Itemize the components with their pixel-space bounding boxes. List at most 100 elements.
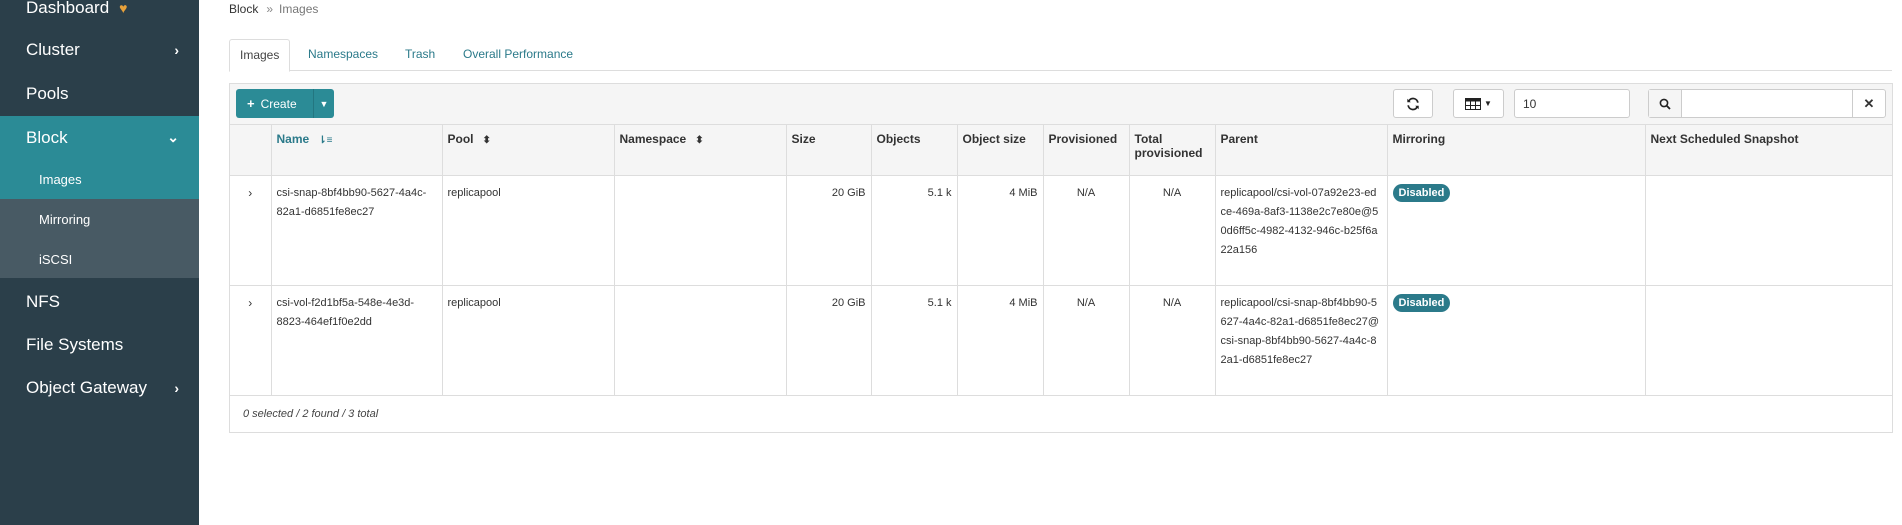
tab-namespaces[interactable]: Namespaces [298,39,388,71]
col-header-parent[interactable]: Parent [1215,125,1388,176]
col-header-total-provisioned[interactable]: Total provisioned [1129,125,1216,176]
status-badge: Disabled [1392,293,1451,312]
search-box: ✕ [1648,89,1886,118]
cell-size: 20 GiB [786,285,872,396]
cell-object-size: 4 MiB [957,175,1044,286]
col-header-next-scheduled-snapshot[interactable]: Next Scheduled Snapshot [1645,125,1892,176]
breadcrumb: Block » Images [229,2,318,16]
cell-objects: 5.1 k [871,175,958,286]
cell-next-snapshot [1645,175,1892,286]
status-badge: Disabled [1392,183,1451,202]
sort-icon: ⬍ [482,135,491,146]
refresh-button[interactable] [1393,89,1433,118]
sort-icon: ⬍ [695,135,704,146]
images-table-panel: + Create ▼ ▼ 10 ✕ Name ⇂≡ Pool ⬍ Namespa… [229,83,1893,433]
nav-block[interactable]: Block ⌄ [0,116,199,159]
col-header-namespace-label: Namespace [619,132,687,146]
nav-file-systems[interactable]: File Systems [0,323,199,366]
col-header-provisioned[interactable]: Provisioned [1043,125,1130,176]
subnav-images[interactable]: Images [0,159,199,199]
table-row[interactable]: › csi-vol-f2d1bf5a-548e-4e3d-8823-464ef1… [230,285,1892,396]
cell-name: csi-snap-8bf4bb90-5627-4a4c-82a1-d6851fe… [271,175,443,286]
cell-namespace [614,175,787,286]
row-expand-toggle[interactable]: › [230,175,272,286]
cell-provisioned: N/A [1043,285,1130,396]
row-expand-toggle[interactable]: › [230,285,272,396]
col-header-pool-label: Pool [447,132,474,146]
nav-pools-label: Pools [26,83,69,103]
nav-dashboard[interactable]: Dashboard ♥ [0,0,199,29]
nav-nfs[interactable]: NFS [0,280,199,323]
nav-object-gateway[interactable]: Object Gateway › [0,366,199,409]
images-table: Name ⇂≡ Pool ⬍ Namespace ⬍ Size Objects Obj… [230,125,1892,396]
block-submenu: Images Mirroring iSCSI [0,159,199,278]
cell-total-provisioned: N/A [1129,175,1216,286]
cell-pool: replicapool [442,175,615,286]
page-size-input[interactable] [1514,89,1630,118]
cell-parent: replicapool/csi-vol-07a92e23-edce-469a-8… [1215,175,1388,286]
table-toolbar: + Create ▼ ▼ 10 ✕ [230,84,1892,125]
sidebar: Dashboard ♥ Cluster › Pools Block ⌄ Imag… [0,0,199,525]
col-header-size[interactable]: Size [786,125,872,176]
subnav-mirroring[interactable]: Mirroring [0,199,199,239]
tab-overall-performance[interactable]: Overall Performance [453,39,583,71]
cell-namespace [614,285,787,396]
nav-dashboard-label: Dashboard [26,0,110,17]
nav-nfs-label: NFS [26,291,60,311]
sort-ascending-icon: ⇂≡ [318,135,333,146]
subnav-iscsi-label: iSCSI [39,251,73,267]
col-header-mirroring[interactable]: Mirroring [1387,125,1646,176]
search-input[interactable] [1682,90,1864,117]
cell-total-provisioned: N/A [1129,285,1216,396]
cell-mirroring: Disabled [1387,175,1646,286]
col-header-expand [230,125,272,176]
chevron-right-icon: › [174,379,179,396]
col-header-namespace[interactable]: Namespace ⬍ [614,125,787,176]
breadcrumb-separator: » [266,2,274,16]
tab-bar: Images Namespaces Trash Overall Performa… [229,39,1892,72]
cell-provisioned: N/A [1043,175,1130,286]
caret-down-icon: ▼ [1484,99,1492,108]
table-columns-icon [1465,97,1482,110]
col-header-name-label: Name [276,132,310,146]
cell-size: 20 GiB [786,175,872,286]
cell-object-size: 4 MiB [957,285,1044,396]
cell-mirroring: Disabled [1387,285,1646,396]
table-row[interactable]: › csi-snap-8bf4bb90-5627-4a4c-82a1-d6851… [230,175,1892,286]
nav-object-gateway-label: Object Gateway [26,377,147,397]
table-footer-summary: 0 selected / 2 found / 3 total [243,408,379,420]
nav-file-systems-label: File Systems [26,334,124,354]
chevron-right-icon: › [248,295,253,310]
heart-pulse-icon: ♥ [119,0,128,16]
col-header-name[interactable]: Name ⇂≡ [271,125,443,176]
nav-pools[interactable]: Pools [0,72,199,115]
nav-cluster-label: Cluster [26,39,80,59]
cell-parent: replicapool/csi-snap-8bf4bb90-5627-4a4c-… [1215,285,1388,396]
column-toggle-button[interactable]: ▼ [1453,89,1504,118]
chevron-right-icon: › [174,41,179,58]
col-header-objects[interactable]: Objects [871,125,958,176]
nav-block-label: Block [26,127,68,147]
clear-search-icon[interactable]: ✕ [1852,90,1885,117]
col-header-object-size[interactable]: Object size [957,125,1044,176]
subnav-images-label: Images [39,171,82,187]
tab-images[interactable]: Images [229,39,291,72]
cell-next-snapshot [1645,285,1892,396]
cell-objects: 5.1 k [871,285,958,396]
cell-pool: replicapool [442,285,615,396]
chevron-right-icon: › [248,185,253,200]
search-icon [1649,90,1682,117]
subnav-mirroring-label: Mirroring [39,211,91,227]
cell-name: csi-vol-f2d1bf5a-548e-4e3d-8823-464ef1f0… [271,285,443,396]
breadcrumb-parent[interactable]: Block [229,2,258,16]
create-dropdown-toggle[interactable]: ▼ [313,89,334,118]
col-header-pool[interactable]: Pool ⬍ [442,125,615,176]
table-header-row: Name ⇂≡ Pool ⬍ Namespace ⬍ Size Objects Obj… [230,125,1892,176]
subnav-iscsi[interactable]: iSCSI [0,239,199,279]
create-button-label: Create [260,96,297,111]
tab-trash[interactable]: Trash [395,39,445,71]
nav-cluster[interactable]: Cluster › [0,28,199,71]
create-button[interactable]: + Create ▼ [236,89,334,118]
plus-icon: + [247,96,255,111]
refresh-icon [1407,97,1419,110]
